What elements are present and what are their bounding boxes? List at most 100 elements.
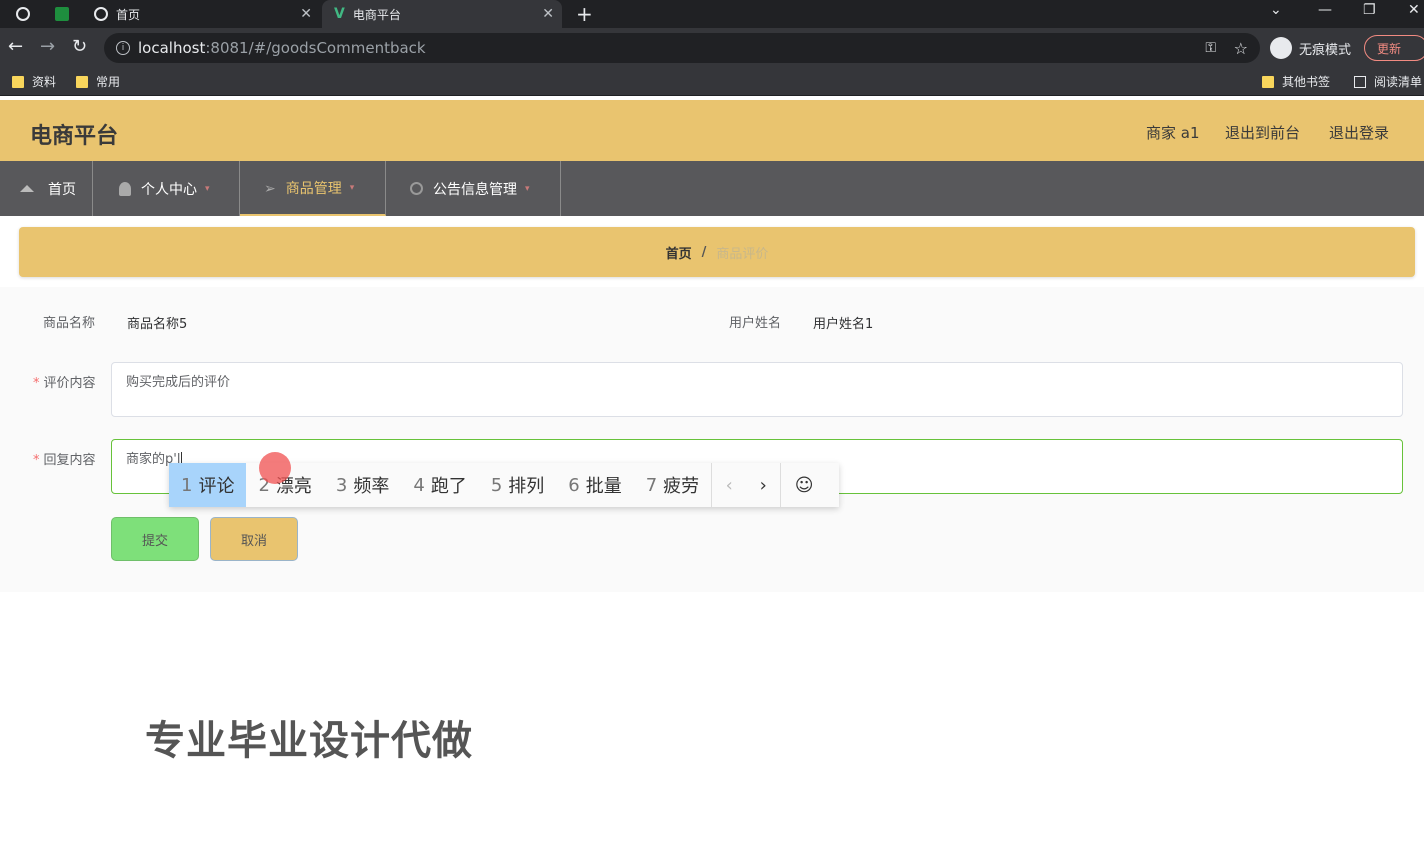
back-icon[interactable]: ← (8, 37, 23, 57)
address-bar-row: ← → ↻ i localhost:8081/#/goodsCommentbac… (0, 28, 1424, 68)
breadcrumb-current: 商品评价 (716, 246, 769, 262)
bookmark-folder[interactable]: 资料 (12, 73, 56, 90)
goods-name-label: 商品名称 (43, 316, 96, 331)
bookmark-folder-other[interactable]: 其他书签 (1262, 73, 1330, 90)
nav-label: 首页 (48, 181, 76, 198)
sheets-app-icon[interactable] (55, 7, 69, 21)
nav-label: 个人中心 (141, 181, 197, 198)
candidate-text: 批量 (585, 476, 622, 497)
breadcrumb-separator: / (701, 244, 707, 260)
tab-search-icon[interactable]: ⌄ (1270, 2, 1282, 18)
chrome-menu-icon[interactable] (16, 7, 30, 21)
reading-list[interactable]: 阅读清单 (1354, 73, 1422, 90)
ime-candidate[interactable]: 7 疲劳 (634, 463, 711, 507)
cancel-button[interactable]: 取消 (210, 517, 298, 561)
globe-icon (94, 7, 108, 21)
tab-home[interactable]: 首页 ✕ (84, 0, 320, 28)
forward-icon[interactable]: → (40, 37, 55, 57)
folder-icon (12, 75, 24, 88)
ime-candidate[interactable]: 3 频率 (324, 463, 401, 507)
bookmark-folder[interactable]: 常用 (76, 73, 120, 90)
comment-textarea[interactable]: 购买完成后的评价 (111, 362, 1403, 417)
app-header: 电商平台 商家 a1 退出到前台 退出登录 (0, 100, 1424, 161)
nav-label: 商品管理 (285, 180, 342, 197)
nav-item-home[interactable]: 首页 (0, 161, 93, 216)
close-icon[interactable]: ✕ (542, 6, 554, 22)
restore-icon[interactable]: ❐ (1363, 2, 1376, 18)
close-icon[interactable]: ✕ (300, 6, 312, 22)
nav-item-goods[interactable]: ➢ 商品管理 ▾ (240, 161, 386, 216)
candidate-number: 3 (335, 474, 348, 496)
tab-home-title: 首页 (116, 7, 141, 22)
candidate-text: 跑了 (430, 476, 467, 497)
folder-icon (76, 75, 88, 88)
ime-candidate[interactable]: 4 跑了 (401, 463, 478, 507)
to-front-link[interactable]: 退出到前台 (1225, 122, 1300, 143)
submit-button[interactable]: 提交 (111, 517, 199, 561)
candidate-number: 4 (413, 474, 425, 496)
candidate-number: 5 (490, 474, 503, 496)
bookmark-label: 其他书签 (1282, 75, 1331, 89)
reload-icon[interactable]: ↻ (72, 37, 87, 57)
reply-label-text: 回复内容 (43, 453, 96, 468)
user-name-value: 用户姓名1 (813, 317, 874, 332)
goods-name-value: 商品名称5 (127, 317, 188, 332)
url-host: localhost (138, 39, 206, 57)
bookmarks-bar: 资料 常用 其他书签 阅读清单 (0, 68, 1424, 96)
incognito-label: 无痕模式 (1299, 42, 1352, 58)
vue-logo-icon: V (334, 6, 345, 22)
ime-candidate[interactable]: 6 批量 (556, 463, 633, 507)
ime-next-icon[interactable]: › (746, 475, 780, 496)
user-icon (119, 181, 131, 196)
site-info-icon[interactable]: i (116, 41, 130, 55)
required-marker: * (33, 453, 40, 468)
ime-candidate[interactable]: 5 排列 (479, 463, 556, 507)
new-tab-button[interactable]: + (576, 2, 593, 26)
browser-tab-bar: 首页 ✕ V 电商平台 ✕ + ⌄ — ❐ ✕ (0, 0, 1424, 28)
mouse-cursor-highlight (259, 452, 291, 484)
send-icon: ➢ (264, 180, 276, 197)
watermark-text: 专业毕业设计代做 (145, 718, 473, 764)
password-key-icon[interactable]: ⚿ (1205, 40, 1216, 56)
app-logo: 电商平台 (30, 124, 119, 149)
candidate-number: 7 (645, 474, 658, 496)
chevron-down-icon: ▾ (205, 183, 210, 194)
folder-icon (1262, 75, 1274, 88)
ime-candidate[interactable]: 1 评论 (169, 463, 247, 507)
update-button[interactable]: 更新 (1364, 35, 1424, 61)
breadcrumb: 首页 / 商品评价 (19, 227, 1415, 277)
power-icon (410, 182, 423, 195)
user-name-label: 用户姓名 (729, 316, 782, 331)
nav-label: 公告信息管理 (433, 181, 517, 198)
comment-label-text: 评价内容 (43, 376, 96, 391)
logout-link[interactable]: 退出登录 (1329, 122, 1389, 143)
nav-item-notice[interactable]: 公告信息管理 ▾ (386, 161, 561, 216)
bookmark-label: 资料 (32, 75, 57, 89)
bookmark-label: 阅读清单 (1374, 75, 1423, 89)
current-user: 商家 a1 (1146, 124, 1200, 142)
ime-prev-icon[interactable]: ‹ (712, 475, 746, 496)
reading-list-icon (1354, 75, 1366, 88)
candidate-text: 排列 (508, 476, 545, 497)
chevron-down-icon: ▾ (349, 182, 355, 193)
minimize-icon[interactable]: — (1318, 2, 1332, 18)
url-path: :8081/#/goodsCommentback (205, 39, 426, 57)
candidate-text: 疲劳 (663, 476, 700, 497)
candidate-number: 6 (568, 474, 580, 496)
main-nav: 首页 个人中心 ▾ ➢ 商品管理 ▾ 公告信息管理 ▾ (0, 161, 1424, 216)
chevron-down-icon: ▾ (525, 183, 530, 194)
tab-ecommerce-title: 电商平台 (352, 7, 401, 22)
window-close-icon[interactable]: ✕ (1408, 2, 1420, 18)
nav-item-profile[interactable]: 个人中心 ▾ (93, 161, 240, 216)
bookmark-star-icon[interactable]: ☆ (1234, 39, 1248, 58)
cancel-label: 取消 (240, 533, 267, 549)
comment-text: 购买完成后的评价 (126, 375, 231, 390)
emoji-icon[interactable]: ☺ (781, 475, 827, 496)
url-input[interactable]: i localhost:8081/#/goodsCommentback ⚿ ☆ (104, 33, 1260, 63)
submit-label: 提交 (141, 533, 168, 549)
candidate-number: 1 (181, 474, 193, 496)
incognito-icon (1270, 37, 1292, 59)
breadcrumb-home[interactable]: 首页 (666, 243, 692, 262)
incognito-indicator[interactable]: 无痕模式 (1270, 36, 1351, 60)
tab-ecommerce[interactable]: V 电商平台 ✕ (322, 0, 562, 28)
